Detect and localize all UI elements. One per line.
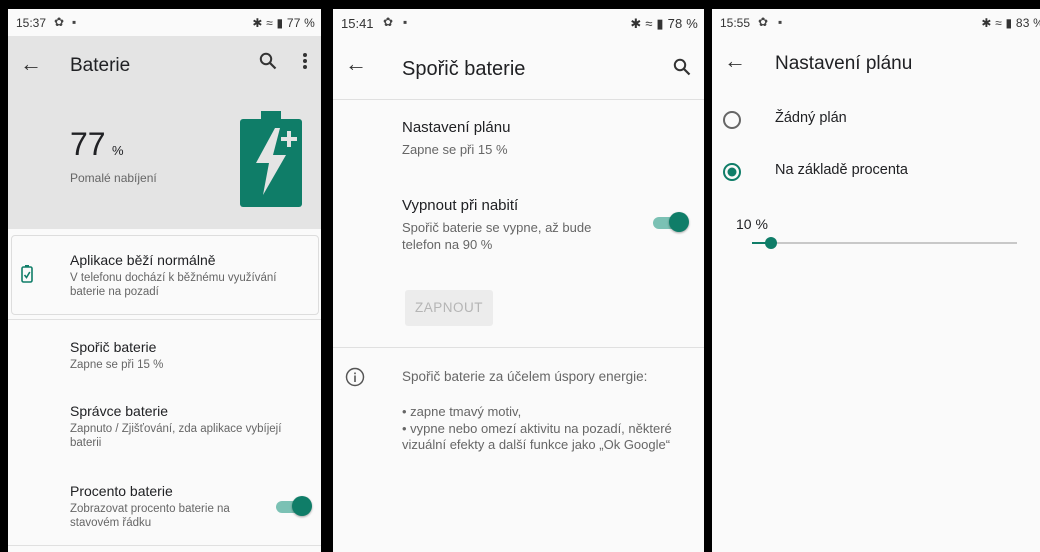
bluetooth-icon: ✱ — [252, 16, 263, 30]
status-right: ✱ ≈ ▮ 77 % — [252, 16, 315, 30]
charging-status: Pomalé nabíjení — [70, 171, 157, 185]
divider — [8, 545, 321, 546]
status-battery-text: 78 % — [667, 16, 698, 31]
battery-icon: ▮ — [276, 16, 284, 30]
status-right: ✱ ≈ ▮ 83 % — [981, 16, 1040, 30]
turn-off-when-charging-toggle[interactable] — [653, 212, 689, 232]
status-bar: 15:55 ✿ ▪ ✱ ≈ ▮ 83 % — [712, 9, 1040, 36]
item-desc: Zapne se při 15 % — [70, 359, 164, 371]
info-bullet: • vypne nebo omezí aktivitu na pozadí, n… — [402, 421, 672, 452]
item-desc: Zapne se při 15 % — [402, 142, 508, 157]
back-arrow-icon[interactable]: ← — [20, 51, 42, 77]
search-icon[interactable] — [673, 58, 691, 76]
info-bullet: • zapne tmavý motiv, — [402, 404, 522, 419]
slider-thumb[interactable] — [765, 237, 777, 249]
divider — [333, 99, 704, 100]
sim-icon: ▪ — [72, 15, 77, 29]
app-bar: ← Spořič baterie — [333, 36, 704, 96]
status-time: 15:41 — [341, 16, 374, 31]
option-percentage[interactable]: Na základě procenta — [712, 153, 1040, 189]
wifi-icon: ≈ — [266, 16, 273, 30]
battery-saver-screen: 15:41 ✿ ▪ ✱ ≈ ▮ 78 % ← Spořič baterie Na… — [333, 9, 704, 552]
schedule-item[interactable]: Nastavení plánu Zapne se při 15 % — [333, 109, 704, 169]
battery-percent-unit: % — [112, 143, 124, 158]
search-icon[interactable] — [259, 52, 277, 70]
battery-percentage-toggle[interactable] — [276, 496, 312, 516]
page-title: Baterie — [70, 55, 131, 76]
item-title: Vypnout při nabití — [402, 197, 519, 214]
bluetooth-icon: ✱ — [981, 16, 992, 30]
slider-track — [752, 242, 1017, 244]
item-desc: Zapnuto / Zjišťování, zda aplikace vybíj… — [70, 423, 282, 449]
status-time: 15:37 — [16, 16, 47, 30]
item-title: Správce baterie — [70, 403, 169, 419]
option-no-schedule[interactable]: Žádný plán — [712, 101, 1040, 137]
more-options-icon[interactable] — [302, 52, 308, 70]
battery-percentage-item[interactable]: Procento baterie Zobrazovat procento bat… — [8, 471, 321, 541]
status-bar: 15:37 ✿ ▪ ✱ ≈ ▮ 77 % — [8, 9, 321, 36]
status-battery-text: 77 % — [286, 16, 315, 30]
back-arrow-icon[interactable]: ← — [724, 48, 746, 74]
bluetooth-icon: ✱ — [630, 16, 642, 31]
threshold-slider[interactable] — [752, 237, 1017, 249]
battery-percent: 77 — [70, 126, 106, 162]
status-right: ✱ ≈ ▮ 78 % — [630, 16, 698, 32]
sim-icon: ▪ — [778, 15, 783, 29]
battery-screen: 15:37 ✿ ▪ ✱ ≈ ▮ 77 % ← Baterie 77 % Poma… — [8, 9, 321, 552]
battery-manager-item[interactable]: Správce baterie Zapnuto / Zjišťování, zd… — [8, 391, 321, 461]
turn-off-when-charging-item[interactable]: Vypnout při nabití Spořič baterie se vyp… — [333, 187, 704, 267]
settings-icon: ✿ — [383, 15, 394, 29]
item-title: Nastavení plánu — [402, 119, 511, 136]
battery-icon: ▮ — [1005, 16, 1013, 30]
status-time: 15:55 — [720, 16, 751, 30]
battery-ok-icon — [21, 265, 33, 283]
sim-icon: ▪ — [403, 15, 408, 29]
divider — [333, 347, 704, 348]
info-title: Spořič baterie za účelem úspory energie: — [402, 369, 648, 384]
item-desc: Spořič baterie se vypne, až bude telefon… — [402, 220, 592, 252]
radio-selected-icon[interactable] — [722, 162, 742, 182]
item-title: Spořič baterie — [70, 339, 157, 355]
app-bar: ← Nastavení plánu — [712, 33, 1040, 93]
battery-charging-icon — [240, 111, 302, 207]
status-bar: 15:41 ✿ ▪ ✱ ≈ ▮ 78 % — [333, 9, 704, 36]
schedule-screen: 15:55 ✿ ▪ ✱ ≈ ▮ 83 % ← Nastavení plánu Ž… — [712, 9, 1040, 552]
divider — [8, 319, 321, 320]
battery-icon: ▮ — [656, 16, 664, 31]
item-desc: Zobrazovat procento baterie na stavovém … — [70, 503, 230, 529]
option-label: Žádný plán — [775, 110, 847, 126]
turn-on-button[interactable]: ZAPNOUT — [405, 290, 493, 326]
info-icon — [345, 367, 365, 387]
option-label: Na základě procenta — [775, 162, 908, 178]
battery-saver-item[interactable]: Spořič baterie Zapne se při 15 % — [8, 327, 321, 387]
wifi-icon: ≈ — [995, 16, 1002, 30]
wifi-icon: ≈ — [645, 16, 653, 31]
status-card-title: Aplikace běží normálně — [70, 252, 216, 268]
item-title: Procento baterie — [70, 483, 173, 499]
settings-icon: ✿ — [758, 15, 769, 29]
app-bar: ← Baterie — [8, 36, 321, 96]
status-card[interactable]: Aplikace běží normálně V telefonu docház… — [11, 235, 319, 315]
battery-level: 77 % — [70, 126, 124, 163]
settings-icon: ✿ — [54, 15, 65, 29]
page-title: Spořič baterie — [402, 58, 526, 80]
back-arrow-icon[interactable]: ← — [345, 51, 367, 77]
radio-unselected-icon[interactable] — [722, 110, 742, 130]
page-title: Nastavení plánu — [775, 53, 913, 74]
slider-value: 10 % — [736, 216, 768, 232]
status-card-desc: V telefonu dochází k běžnému využívání b… — [70, 272, 277, 298]
status-battery-text: 83 % — [1015, 16, 1040, 30]
